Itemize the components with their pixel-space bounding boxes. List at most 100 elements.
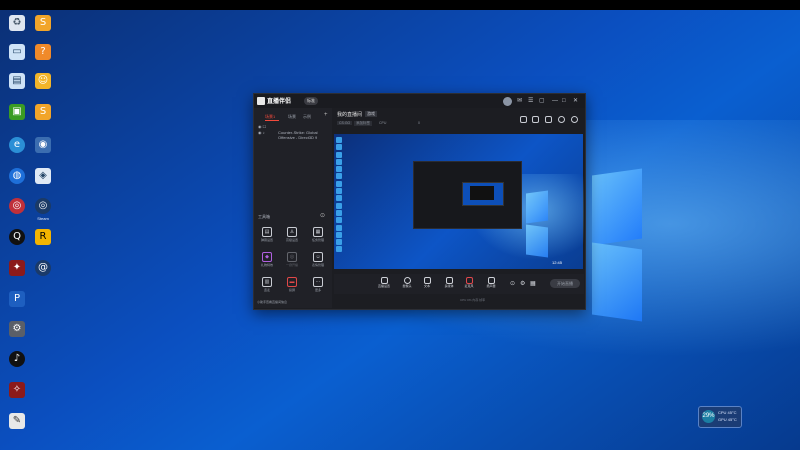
face-app-icon: ☺ xyxy=(35,73,51,89)
toolbar-mic[interactable]: 麦克风 xyxy=(462,277,476,289)
tool-start[interactable]: ◎ 一键开播 xyxy=(283,251,301,271)
tool-advanced[interactable]: ♙ 高级设置 xyxy=(283,226,301,246)
ps-icon: P xyxy=(9,291,25,307)
bell-icon[interactable] xyxy=(558,116,565,123)
monitor-line-1: CPU 45°C xyxy=(718,410,737,415)
tool-task[interactable]: ▦ 任务管理 xyxy=(309,226,327,246)
source-item[interactable]: ◉ ♪ xyxy=(258,130,265,135)
recycle-bin-icon: ♻ xyxy=(9,15,25,31)
tool-gift[interactable]: ◆ 礼物特效 xyxy=(258,251,276,271)
edge-icon: e xyxy=(9,137,25,153)
status-line: CPU 0% 内存 帧率 xyxy=(460,298,486,302)
windows-logo-pane xyxy=(592,242,642,322)
preview-logo-pane xyxy=(526,190,548,224)
streaming-app-window[interactable]: 直播伴侣 标准 ✉ ☰ ▢ — □ ✕ 场景1 场景 示例 + ◉ ☐ ◉ ♪ … xyxy=(253,93,586,310)
grid-icon[interactable]: ▦ xyxy=(530,280,536,287)
cpu-label: CPU xyxy=(379,121,387,125)
category-tag[interactable]: 游戏 xyxy=(365,111,377,117)
start-icon: ◎ xyxy=(287,252,297,262)
screen-icon[interactable] xyxy=(545,116,552,123)
record-icon[interactable] xyxy=(520,116,527,123)
settings-gear-icon[interactable]: ⚙ xyxy=(520,280,525,287)
tool-emoji[interactable]: ☺ 表情管理 xyxy=(309,251,327,271)
toolbar-media[interactable]: 多媒体 xyxy=(442,277,456,289)
qq-icon: Q xyxy=(9,229,25,245)
game-name[interactable]: CS:GO xyxy=(337,121,353,125)
scene-tab-underline xyxy=(265,120,279,121)
tab-scene[interactable]: 场景 xyxy=(288,114,296,120)
version-badge[interactable]: 标准 xyxy=(304,97,318,105)
app-titlebar[interactable]: 直播伴侣 标准 ✉ ☰ ▢ — □ ✕ xyxy=(254,94,585,108)
bottom-toolbar: 直播设置 摄像头 文本 多媒体 麦克风 扬声器 ⊙ ⚙ ▦ 开始直播 xyxy=(334,274,584,294)
left-panel: 场景1 场景 示例 + ◉ ☐ ◉ ♪ Counter-Strike: Glob… xyxy=(254,108,332,308)
add-tag[interactable]: 添加标签 xyxy=(354,121,372,126)
volume-icon[interactable]: ⊙ xyxy=(510,280,515,287)
danmaku-icon: ▤ xyxy=(262,227,272,237)
network-2-icon: ◉ xyxy=(35,137,51,153)
monitor-line-2: GPU 45°C xyxy=(718,417,737,422)
preview-nested-window-inner xyxy=(470,186,494,200)
settings-app-icon: ⚙ xyxy=(9,321,25,337)
eye-icon[interactable]: ◉ xyxy=(258,124,262,129)
preview-app-window xyxy=(413,161,522,229)
this-pc-icon: ▭ xyxy=(9,44,25,60)
maximize-icon[interactable]: □ xyxy=(562,97,566,105)
app-red-2-icon: ✧ xyxy=(9,382,25,398)
settings-icon xyxy=(380,277,388,284)
camera-icon xyxy=(403,277,411,284)
menu-icon[interactable]: ☰ xyxy=(528,97,533,105)
close-icon[interactable]: ✕ xyxy=(573,97,578,105)
cast-icon: ▬ xyxy=(287,277,297,287)
tool-more[interactable]: ⋯ 更多 xyxy=(309,276,327,296)
toolbar-speaker[interactable]: 扬声器 xyxy=(484,277,498,289)
ld-app-icon: S xyxy=(35,15,51,31)
add-scene-icon[interactable]: + xyxy=(324,112,328,118)
minimize-icon[interactable]: — xyxy=(552,97,558,105)
system-monitor-widget[interactable]: 29% CPU 45°C GPU 45°C xyxy=(698,406,742,428)
avatar[interactable] xyxy=(503,97,512,106)
source-row-header[interactable]: ◉ ☐ xyxy=(258,124,266,129)
start-live-button[interactable]: 开始直播 xyxy=(550,279,580,288)
help-icon: ? xyxy=(35,44,51,60)
emoji-icon: ☺ xyxy=(313,252,323,262)
gift-icon: ◆ xyxy=(262,252,272,262)
app-swirl-icon: @ xyxy=(35,260,51,276)
task-icon: ▦ xyxy=(313,227,323,237)
skin-icon[interactable]: ▢ xyxy=(539,97,545,105)
toolbar-text[interactable]: 文本 xyxy=(420,277,434,289)
toolbar-settings[interactable]: 直播设置 xyxy=(377,277,391,289)
steam-icon: ◎ xyxy=(9,198,25,214)
network-icon: ▤ xyxy=(9,73,25,89)
music-icon: ♪ xyxy=(9,351,25,367)
preview-clock: 12:45 xyxy=(552,260,563,265)
desktop-icon[interactable]: S xyxy=(26,103,60,139)
windows-logo-pane xyxy=(592,168,642,246)
media-icon xyxy=(445,277,453,284)
viewer-count: 0 xyxy=(418,121,420,125)
tool-danmaku[interactable]: ▤ 弹幕设置 xyxy=(258,226,276,246)
usage-percent: 29% xyxy=(702,410,715,423)
text-icon xyxy=(423,277,431,284)
ld-app-2-icon: S xyxy=(35,104,51,120)
left-footer-hint[interactable]: 小助手查看直播间信息 xyxy=(257,300,287,304)
mail-icon[interactable]: ✉ xyxy=(517,97,522,105)
toolbox-settings-icon[interactable]: ⊙ xyxy=(320,212,325,219)
app-logo-icon xyxy=(257,97,265,105)
top-black-bar xyxy=(0,0,800,10)
share-icon[interactable] xyxy=(571,116,578,123)
gamepad-icon: ◈ xyxy=(35,168,51,184)
app-title: 直播伴侣 xyxy=(267,99,292,105)
tool-cast[interactable]: ▬ 投屏 xyxy=(283,276,301,296)
desktop-icon[interactable]: ✎ xyxy=(0,412,34,448)
tab-example[interactable]: 示例 xyxy=(303,114,311,120)
web-icon: ◍ xyxy=(9,168,25,184)
tool-mic[interactable]: ▥ 连麦 xyxy=(258,276,276,296)
checkbox-icon[interactable]: ☐ xyxy=(263,124,267,129)
lock-icon[interactable] xyxy=(532,116,539,123)
more-icon: ⋯ xyxy=(313,277,323,287)
toolbar-camera[interactable]: 摄像头 xyxy=(400,277,414,289)
rockstar-icon: R xyxy=(35,229,51,245)
mic-icon: ▥ xyxy=(262,277,272,287)
app-white-icon: ✎ xyxy=(9,413,25,429)
live-preview[interactable]: 12:45 xyxy=(334,134,584,269)
